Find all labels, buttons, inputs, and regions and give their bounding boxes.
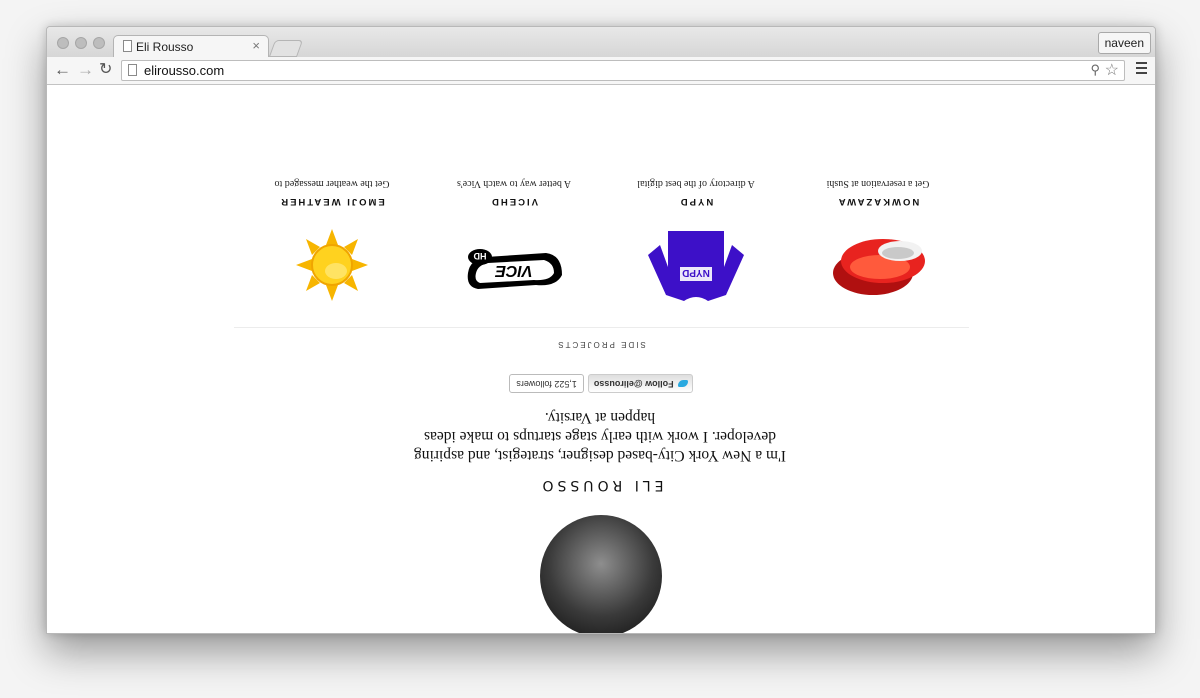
address-bar[interactable]: elirousso.com ⚲ ☆ — [121, 60, 1125, 81]
profile-bio: I'm a New York City-based designer, stra… — [414, 409, 786, 464]
project-title: VICEHD — [490, 196, 538, 207]
svg-text:HD: HD — [473, 251, 486, 261]
project-vicehd[interactable]: VICE HD VICEHD A better way to watch Vic… — [423, 173, 605, 327]
project-nypd[interactable]: NYPD NYPD A directory of the best digita… — [605, 173, 787, 327]
follow-label: Follow @elirousso — [593, 379, 674, 389]
close-window-button[interactable] — [57, 37, 69, 49]
project-title: NOWKAZAWA — [836, 196, 920, 207]
browser-window: Eli Rousso × naveen ← → ↻ elirousso.com … — [46, 26, 1156, 634]
tab-title: Eli Rousso — [136, 40, 194, 54]
profile-button[interactable]: naveen — [1097, 32, 1151, 54]
svg-text:VICE: VICE — [494, 262, 533, 279]
page-content: ELI ROUSSO I'm a New York City-based des… — [47, 85, 1155, 633]
zoom-icon[interactable]: ⚲ — [1090, 62, 1100, 78]
menu-icon[interactable] — [1136, 62, 1147, 77]
project-description: A directory of the best digital — [637, 178, 755, 189]
active-tab[interactable]: Eli Rousso × — [113, 35, 269, 58]
profile-name: ELI ROUSSO — [538, 477, 664, 493]
sun-emoji-icon — [296, 229, 368, 301]
project-description: Get the weather messaged to — [274, 178, 390, 189]
zoom-window-button[interactable] — [93, 37, 105, 49]
project-description: A better way to watch Vice's — [456, 178, 572, 189]
twitter-bird-icon — [677, 379, 688, 387]
avatar — [540, 515, 662, 633]
project-title: EMOJI WEATHER — [279, 196, 385, 207]
toolbar: ← → ↻ elirousso.com ⚲ ☆ — [47, 57, 1155, 85]
project-nowkazawa[interactable]: NOWKAZAWA Get a reservation at Sushi — [787, 173, 969, 327]
project-description: Get a reservation at Sushi — [826, 178, 930, 189]
title-bar: Eli Rousso × naveen — [47, 27, 1155, 58]
follower-count[interactable]: 1,522 followers — [509, 374, 584, 393]
forward-arrow-icon[interactable]: → — [77, 60, 94, 80]
page-icon — [123, 40, 132, 52]
twitter-follow: Follow @elirousso 1,522 followers — [47, 374, 1155, 393]
nypd-sweater-icon: NYPD — [648, 231, 744, 301]
page-icon — [128, 64, 137, 76]
new-tab-button[interactable] — [268, 40, 304, 57]
star-icon[interactable]: ☆ — [1105, 60, 1119, 80]
vice-hd-logo-icon: VICE HD — [467, 249, 562, 289]
side-projects-heading: SIDE PROJECTS — [556, 340, 646, 349]
project-emoji-weather[interactable]: EMOJI WEATHER Get the weather messaged t… — [241, 173, 423, 327]
close-tab-icon[interactable]: × — [252, 38, 260, 53]
back-arrow-icon[interactable]: ← — [54, 60, 71, 80]
reload-icon[interactable]: ↻ — [99, 60, 112, 80]
project-title: NYPD — [678, 196, 714, 207]
minimize-window-button[interactable] — [75, 37, 87, 49]
divider — [234, 327, 969, 328]
twitter-follow-button[interactable]: Follow @elirousso — [587, 374, 693, 393]
svg-text:NYPD: NYPD — [682, 267, 710, 278]
url-text[interactable]: elirousso.com — [144, 63, 224, 78]
flipped-page: ELI ROUSSO I'm a New York City-based des… — [47, 85, 1155, 633]
sushi-icon — [833, 239, 925, 295]
